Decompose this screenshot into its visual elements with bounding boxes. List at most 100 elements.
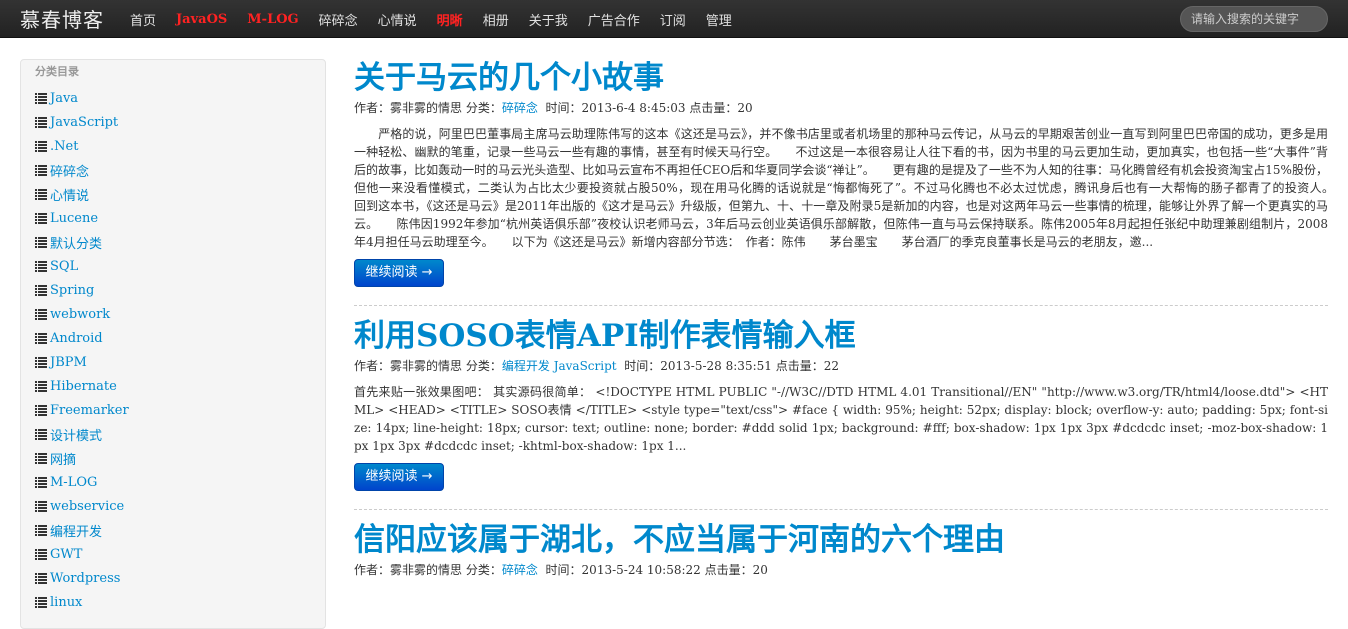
category-link[interactable]: 碎碎念 [35, 158, 325, 182]
post-excerpt: 严格的说，阿里巴巴董事局主席马云助理陈伟写的这本《这还是马云》，并不像书店里或者… [354, 127, 1348, 249]
category-label: linux [50, 594, 83, 610]
category-link[interactable]: 心情说 [35, 182, 325, 206]
category-link[interactable]: .Net [35, 134, 325, 158]
category-label: JavaScript [50, 114, 119, 130]
list-icon [35, 356, 47, 368]
post-category-link[interactable]: 碎碎念 [502, 563, 538, 577]
category-label: 心情说 [50, 188, 90, 204]
post-item: 利用SOSO表情API制作表情输入框 作者：雾非雾的情思 分类：编程开发 Java… [354, 316, 1328, 510]
category-link[interactable]: 编程开发 [35, 518, 325, 542]
time-label: 时间： [624, 359, 661, 373]
post-item: 关于马云的几个小故事 作者：雾非雾的情思 分类：碎碎念 时间：2013-6-4 8… [354, 58, 1348, 306]
category-label: JBPM [50, 354, 87, 370]
nav-item[interactable]: 首页 [120, 10, 166, 29]
post-title-link[interactable]: 关于马云的几个小故事 [354, 58, 1328, 98]
list-icon [35, 188, 47, 200]
top-navbar: 慕春博客 首页 JavaOS M-LOG 碎碎念 心情说 明晰 相册 关于我 广告合作 订阅 管理 [0, 0, 1348, 38]
nav-item[interactable]: 订阅 [650, 10, 696, 29]
read-more-button[interactable]: 继续阅读 → [354, 259, 444, 287]
category-link[interactable]: 网摘 [35, 446, 325, 470]
category-link[interactable]: GWT [35, 542, 325, 566]
site-brand[interactable]: 慕春博客 [20, 4, 104, 33]
author-label: 作者： [354, 359, 391, 373]
category-link[interactable]: Wordpress [35, 566, 325, 590]
post-title-link[interactable]: 利用SOSO表情API制作表情输入框 [354, 316, 1328, 356]
post-excerpt: 首先来贴一张效果图吧： 其实源码很简单： <!DOCTYPE HTML PUBL… [354, 385, 1328, 453]
category-label: M-LOG [50, 474, 98, 490]
category-link[interactable]: linux [35, 590, 325, 614]
category-label: Hibernate [50, 378, 117, 394]
list-icon [35, 524, 47, 536]
list-icon [35, 332, 47, 344]
list-icon [35, 404, 47, 416]
post-clicks: 20 [752, 563, 768, 577]
post-divider [354, 305, 1328, 306]
nav-item[interactable]: 明晰 [427, 10, 473, 29]
category-label: Spring [50, 282, 95, 298]
category-link[interactable]: 默认分类 [35, 230, 325, 254]
category-link[interactable]: 设计模式 [35, 422, 325, 446]
category-label: 分类： [465, 101, 502, 115]
nav-item[interactable]: M-LOG [237, 12, 308, 27]
nav-item[interactable]: 相册 [473, 10, 519, 29]
category-link[interactable]: Hibernate [35, 374, 325, 398]
nav-menu: 首页 JavaOS M-LOG 碎碎念 心情说 明晰 相册 关于我 广告合作 订阅 管理 [120, 0, 742, 38]
list-icon [35, 308, 47, 320]
category-link[interactable]: M-LOG [35, 470, 325, 494]
post-time: 2013-5-24 10:58:22 [581, 563, 701, 577]
category-link[interactable]: Spring [35, 278, 325, 302]
category-sidebar: 分类目录 Java JavaScript .Net 碎碎念 心情说 Lucene 默认分类 S… [20, 59, 326, 629]
category-link[interactable]: Freemarker [35, 398, 325, 422]
category-label: SQL [50, 258, 79, 274]
category-label: Android [50, 330, 103, 346]
nav-item[interactable]: 广告合作 [578, 10, 650, 29]
post-divider [354, 509, 1328, 510]
category-label: 碎碎念 [50, 164, 90, 180]
search-input[interactable] [1180, 6, 1328, 32]
time-label: 时间： [545, 101, 582, 115]
post-time: 2013-5-28 8:35:51 [660, 359, 772, 373]
list-icon [35, 428, 47, 440]
category-link[interactable]: JavaScript [35, 110, 325, 134]
read-more-button[interactable]: 继续阅读 → [354, 463, 444, 491]
category-label: Freemarker [50, 402, 129, 418]
category-label: webservice [50, 498, 125, 514]
nav-item[interactable]: 碎碎念 [309, 10, 368, 29]
category-label: .Net [50, 138, 79, 154]
category-label: 默认分类 [50, 236, 103, 252]
nav-item[interactable]: 心情说 [368, 10, 427, 29]
category-label: 编程开发 [50, 524, 103, 540]
post-time: 2013-6-4 8:45:03 [581, 101, 686, 115]
category-label: 设计模式 [50, 428, 103, 444]
category-link[interactable]: SQL [35, 254, 325, 278]
post-title-link[interactable]: 信阳应该属于湖北，不应当属于河南的六个理由 [354, 520, 1328, 560]
category-link[interactable]: Lucene [35, 206, 325, 230]
post-category-link[interactable]: 编程开发 JavaScript [502, 359, 617, 373]
category-link[interactable]: JBPM [35, 350, 325, 374]
post-category-link[interactable]: 碎碎念 [502, 101, 538, 115]
category-label: Wordpress [50, 570, 121, 586]
author-label: 作者： [354, 563, 391, 577]
author-name: 雾非雾的情思 [390, 101, 463, 115]
nav-item[interactable]: 管理 [696, 10, 742, 29]
list-icon [35, 236, 47, 248]
post-clicks: 22 [823, 359, 840, 373]
nav-item[interactable]: JavaOS [166, 12, 237, 27]
clicks-label: 点击量： [689, 101, 738, 115]
list-icon [35, 92, 47, 104]
list-icon [35, 476, 47, 488]
category-label: 网摘 [50, 452, 77, 468]
post-list: 关于马云的几个小故事 作者：雾非雾的情思 分类：碎碎念 时间：2013-6-4 8… [354, 58, 1348, 579]
category-label: webwork [50, 306, 111, 322]
category-link[interactable]: webwork [35, 302, 325, 326]
list-icon [35, 116, 47, 128]
category-label: Java [50, 90, 79, 106]
category-link[interactable]: Java [35, 86, 325, 110]
category-label: GWT [50, 546, 83, 562]
category-link[interactable]: webservice [35, 494, 325, 518]
category-link[interactable]: Android [35, 326, 325, 350]
list-icon [35, 596, 47, 608]
clicks-label: 点击量： [704, 563, 753, 577]
list-icon [35, 260, 47, 272]
nav-item[interactable]: 关于我 [519, 10, 578, 29]
